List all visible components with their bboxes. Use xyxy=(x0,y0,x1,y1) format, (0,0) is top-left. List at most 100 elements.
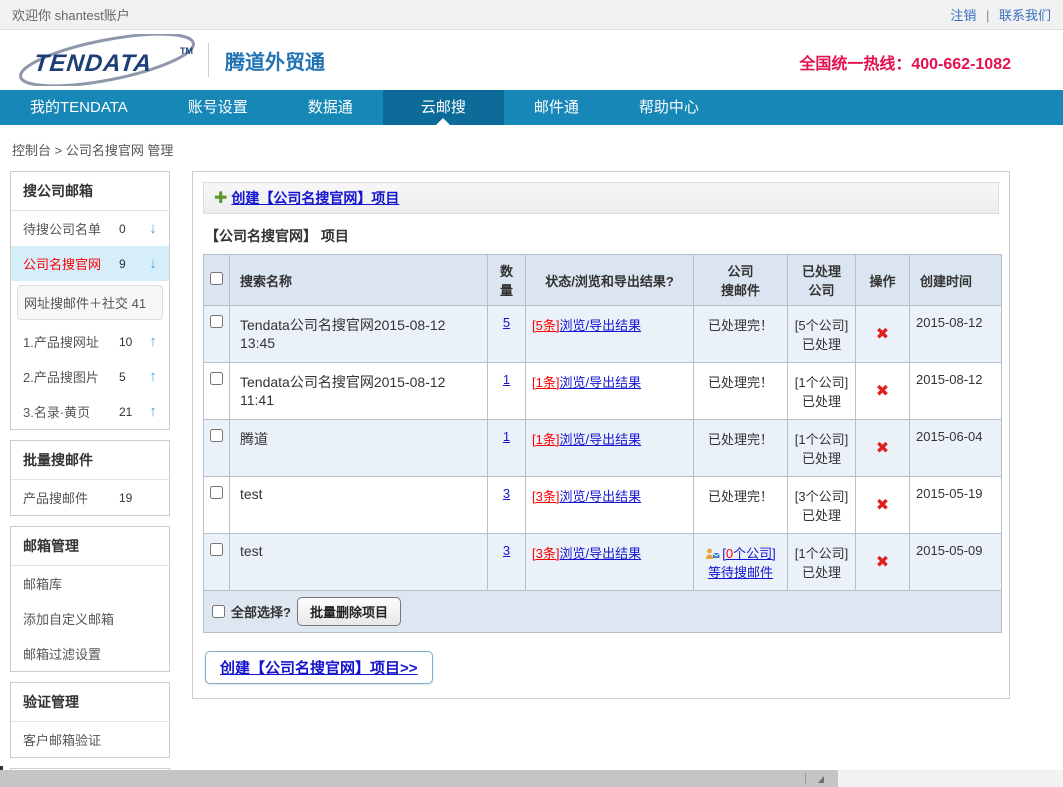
contact-us-link[interactable]: 联系我们 xyxy=(999,8,1051,23)
project-name: test xyxy=(230,477,488,534)
sidebar-item-url-search-social[interactable]: 网址搜邮件＋社交 41 xyxy=(17,285,163,320)
item-count: 0 xyxy=(119,222,145,236)
nav-item-cloud-mail-search[interactable]: 云邮搜 xyxy=(383,90,504,125)
create-project-link[interactable]: 创建【公司名搜官网】项目 xyxy=(231,188,399,208)
sidebar-item-pending-company-list[interactable]: 待搜公司名单 0 ↓ xyxy=(11,211,169,246)
processed-company: [1个公司]已处理 xyxy=(788,420,856,477)
view-export-link[interactable]: 浏览/导出结果 xyxy=(559,546,641,561)
table-footer-row: 全部选择? 批量删除项目 xyxy=(204,591,1002,633)
result-count-badge[interactable]: [1条] xyxy=(532,375,559,390)
col-header-operation: 操作 xyxy=(856,255,910,306)
nav-item-my-tendata[interactable]: 我的TENDATA xyxy=(0,90,158,125)
top-links: 注销 | 联系我们 xyxy=(950,5,1051,24)
sidebar-item-add-custom-mailbox[interactable]: 添加自定义邮箱 xyxy=(11,601,169,636)
table-header-row: 搜索名称 数量 状态/浏览和导出结果? 公司 搜邮件 已处理 公司 操作 创建时… xyxy=(204,255,1002,306)
scrollbar-arrow-icon xyxy=(818,776,824,783)
horizontal-scrollbar-thumb[interactable] xyxy=(0,770,838,787)
row-checkbox[interactable] xyxy=(210,372,223,385)
down-arrow-icon[interactable]: ↓ xyxy=(145,255,161,272)
main-nav: 我的TENDATA 账号设置 数据通 云邮搜 邮件通 帮助中心 xyxy=(0,90,1063,125)
sidebar-item-mailbox-library[interactable]: 邮箱库 xyxy=(11,566,169,601)
view-export-link[interactable]: 浏览/导出结果 xyxy=(559,489,641,504)
nav-item-help-center[interactable]: 帮助中心 xyxy=(609,90,729,125)
plus-icon: ✚ xyxy=(214,188,227,208)
waiting-search-mail-icon xyxy=(705,548,720,560)
item-count: 9 xyxy=(119,257,145,271)
sidebar-item-product-search-image[interactable]: 2.产品搜图片 5 ↑ xyxy=(11,359,169,394)
col-header-company-mail: 公司 搜邮件 xyxy=(694,255,788,306)
sidebar-item-mailbox-filter-settings[interactable]: 邮箱过滤设置 xyxy=(11,636,169,671)
breadcrumb: 控制台 > 公司名搜官网 管理 xyxy=(0,125,1063,171)
quantity-link[interactable]: 5 xyxy=(503,315,510,330)
quantity-link[interactable]: 3 xyxy=(503,543,510,558)
section-title: 【公司名搜官网】 项目 xyxy=(205,226,999,246)
waiting-search-link[interactable]: 等待搜邮件 xyxy=(708,565,773,580)
result-count-badge[interactable]: [3条] xyxy=(532,546,559,561)
view-export-link[interactable]: 浏览/导出结果 xyxy=(559,432,641,447)
processed-company: [1个公司]已处理 xyxy=(788,363,856,420)
projects-table: 搜索名称 数量 状态/浏览和导出结果? 公司 搜邮件 已处理 公司 操作 创建时… xyxy=(203,254,1002,633)
sidebar-item-customer-mail-verification[interactable]: 客户邮箱验证 xyxy=(11,722,169,757)
quantity-link[interactable]: 1 xyxy=(503,429,510,444)
created-date: 2015-06-04 xyxy=(910,420,1002,477)
up-arrow-icon[interactable]: ↑ xyxy=(145,368,161,385)
page: 欢迎你 shantest账户 注销 | 联系我们 TENDATA TM 腾道外贸… xyxy=(0,0,1063,787)
created-date: 2015-08-12 xyxy=(910,363,1002,420)
item-count: 41 xyxy=(132,296,146,311)
panel-title: 批量搜邮件 xyxy=(11,441,169,480)
select-all-header-checkbox[interactable] xyxy=(210,272,223,285)
horizontal-scrollbar[interactable] xyxy=(0,770,1063,787)
created-date: 2015-05-19 xyxy=(910,477,1002,534)
delete-icon[interactable]: ✖ xyxy=(876,383,889,400)
brand-bar: TENDATA TM 腾道外贸通 全国统一热线：400-662-1082 xyxy=(0,30,1063,90)
sidebar-panel-verification-management: 验证管理 客户邮箱验证 xyxy=(10,682,170,758)
view-export-link[interactable]: 浏览/导出结果 xyxy=(559,375,641,390)
down-arrow-icon[interactable]: ↓ xyxy=(145,220,161,237)
up-arrow-icon[interactable]: ↑ xyxy=(145,403,161,420)
nav-item-mail-pass[interactable]: 邮件通 xyxy=(504,90,609,125)
zero-company-link[interactable]: [0个公司] xyxy=(722,546,775,561)
sidebar-item-product-search-url[interactable]: 1.产品搜网址 10 ↑ xyxy=(11,324,169,359)
sidebar-item-company-name-search[interactable]: 公司名搜官网 9 ↓ xyxy=(11,246,169,281)
mail-status-pending: [0个公司] 等待搜邮件 xyxy=(694,534,788,591)
content-area: 搜公司邮箱 待搜公司名单 0 ↓ 公司名搜官网 9 ↓ 网址搜邮件＋社交 41 … xyxy=(0,171,1063,787)
batch-delete-button[interactable]: 批量删除项目 xyxy=(297,597,401,626)
row-checkbox[interactable] xyxy=(210,315,223,328)
delete-icon[interactable]: ✖ xyxy=(876,440,889,457)
create-project-button[interactable]: 创建【公司名搜官网】项目>> xyxy=(205,651,433,684)
delete-icon[interactable]: ✖ xyxy=(876,326,889,343)
logout-link[interactable]: 注销 xyxy=(950,8,976,23)
view-export-link[interactable]: 浏览/导出结果 xyxy=(559,318,641,333)
nav-item-account-settings[interactable]: 账号设置 xyxy=(158,90,278,125)
table-row: 腾道 1 [1条]浏览/导出结果 已处理完！ [1个公司]已处理 ✖ 2015-… xyxy=(204,420,1002,477)
top-links-separator: | xyxy=(986,8,989,23)
scrollbar-divider xyxy=(805,773,806,784)
welcome-text: 欢迎你 shantest账户 xyxy=(12,5,130,24)
result-count-badge[interactable]: [1条] xyxy=(532,432,559,447)
tendata-logo: TENDATA TM xyxy=(12,34,202,86)
col-header-search-name: 搜索名称 xyxy=(230,255,488,306)
delete-icon[interactable]: ✖ xyxy=(876,497,889,514)
result-count-badge[interactable]: [5条] xyxy=(532,318,559,333)
sidebar-item-directory-yellowpages[interactable]: 3.名录·黄页 21 ↑ xyxy=(11,394,169,429)
table-row: Tendata公司名搜官网2015-08-12 11:41 1 [1条]浏览/导… xyxy=(204,363,1002,420)
sidebar-panel-mailbox-management: 邮箱管理 邮箱库 添加自定义邮箱 邮箱过滤设置 xyxy=(10,526,170,672)
up-arrow-icon[interactable]: ↑ xyxy=(145,333,161,350)
select-all-checkbox[interactable] xyxy=(212,605,225,618)
sidebar-item-product-search-mail[interactable]: 产品搜邮件 19 xyxy=(11,480,169,515)
quantity-link[interactable]: 3 xyxy=(503,486,510,501)
item-count: 19 xyxy=(119,491,145,505)
row-checkbox[interactable] xyxy=(210,543,223,556)
quantity-link[interactable]: 1 xyxy=(503,372,510,387)
sidebar: 搜公司邮箱 待搜公司名单 0 ↓ 公司名搜官网 9 ↓ 网址搜邮件＋社交 41 … xyxy=(10,171,170,787)
project-name: 腾道 xyxy=(230,420,488,477)
item-count: 21 xyxy=(119,405,145,419)
nav-item-data-pass[interactable]: 数据通 xyxy=(278,90,383,125)
result-count-badge[interactable]: [3条] xyxy=(532,489,559,504)
panel-title: 搜公司邮箱 xyxy=(11,172,169,211)
row-checkbox[interactable] xyxy=(210,486,223,499)
delete-icon[interactable]: ✖ xyxy=(876,554,889,571)
table-row: test 3 [3条]浏览/导出结果 已处理完！ [3个公司]已处理 ✖ 201… xyxy=(204,477,1002,534)
row-checkbox[interactable] xyxy=(210,429,223,442)
panel-title: 验证管理 xyxy=(11,683,169,722)
